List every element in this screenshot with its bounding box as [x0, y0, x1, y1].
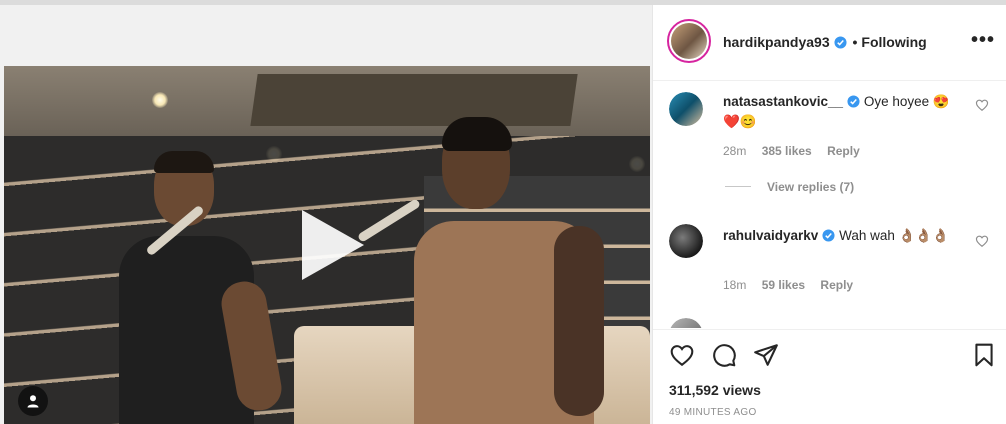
author-avatar[interactable]	[667, 19, 711, 63]
comment-likes[interactable]: 385 likes	[762, 144, 812, 158]
video-person-left	[99, 151, 285, 424]
view-count[interactable]: 311,592 views	[669, 382, 761, 398]
comment-time[interactable]: 18m	[723, 278, 746, 292]
commenter-avatar[interactable]	[669, 318, 703, 328]
comment-reply-button[interactable]: Reply	[827, 144, 860, 158]
comment-likes[interactable]: 59 likes	[762, 278, 805, 292]
verified-badge-icon	[822, 229, 835, 242]
verified-badge-icon	[847, 95, 860, 108]
comments-list[interactable]: natasastankovic__ Oye hoyee 😍❤️😊 28m 385…	[653, 82, 1006, 328]
view-replies-label: View replies (7)	[767, 180, 855, 194]
commenter-avatar[interactable]	[669, 224, 703, 258]
following-button[interactable]: Following	[861, 34, 926, 50]
video-ceiling-panel	[250, 74, 578, 126]
commenter-avatar[interactable]	[669, 92, 703, 126]
comment-text: rahulvaidyarkv Wah wah 👌🏽👌🏽👌🏽	[723, 226, 963, 246]
post-header: hardikpandya93 • Following •••	[653, 5, 1006, 81]
author-line: hardikpandya93 • Following	[723, 34, 927, 50]
comment-body: Wah wah 👌🏽👌🏽👌🏽	[839, 228, 950, 243]
paper-plane-icon[interactable]	[753, 342, 779, 368]
comment-meta: 18m 59 likes Reply	[723, 278, 865, 292]
verified-badge-icon	[834, 36, 847, 49]
play-icon[interactable]	[302, 210, 364, 280]
comment-time[interactable]: 28m	[723, 144, 746, 158]
header-separator: •	[852, 34, 858, 50]
video-person-right-arm	[554, 226, 604, 416]
comment-text: natasastankovic__ Oye hoyee 😍❤️😊	[723, 92, 963, 132]
user-tag-icon	[27, 395, 39, 408]
bookmark-icon[interactable]	[971, 342, 997, 368]
comment-like-icon[interactable]	[975, 98, 989, 112]
more-options-icon[interactable]: •••	[971, 29, 995, 52]
comment-username[interactable]: natasastankovic__	[723, 94, 843, 109]
comment-icon[interactable]	[711, 342, 737, 368]
video-player[interactable]	[4, 66, 650, 424]
post-actions: 311,592 views 49 MINUTES AGO	[653, 329, 1006, 424]
comment-reply-button[interactable]: Reply	[820, 278, 853, 292]
video-person-right-hair	[442, 117, 512, 151]
heart-icon[interactable]	[669, 342, 695, 368]
video-person-left-hair	[154, 151, 214, 173]
comment-username[interactable]: rahulvaidyarkv	[723, 228, 818, 243]
post-timestamp[interactable]: 49 MINUTES AGO	[669, 407, 757, 418]
comment-like-icon[interactable]	[975, 234, 989, 248]
view-replies-button[interactable]: View replies (7)	[725, 180, 854, 194]
video-light	[152, 92, 168, 108]
view-replies-line	[725, 186, 751, 187]
author-username[interactable]: hardikpandya93	[723, 34, 830, 50]
user-tag-button[interactable]	[18, 386, 48, 416]
video-person-right	[404, 117, 604, 424]
comment-meta: 28m 385 likes Reply	[723, 144, 872, 158]
post-side-panel: hardikpandya93 • Following ••• natasastan…	[652, 5, 1006, 424]
